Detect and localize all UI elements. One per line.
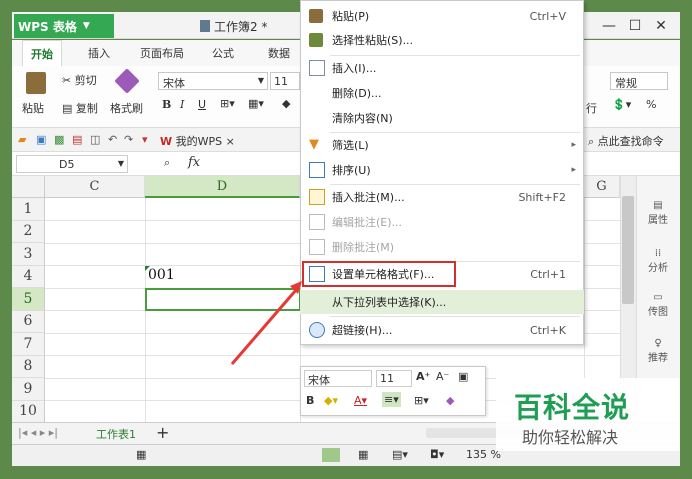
arrow-shaft	[230, 289, 298, 365]
watermark: 百科全说 助你轻松解决	[496, 378, 680, 451]
watermark-title: 百科全说	[514, 391, 631, 424]
watermark-subtitle: 助你轻松解决	[522, 428, 619, 447]
